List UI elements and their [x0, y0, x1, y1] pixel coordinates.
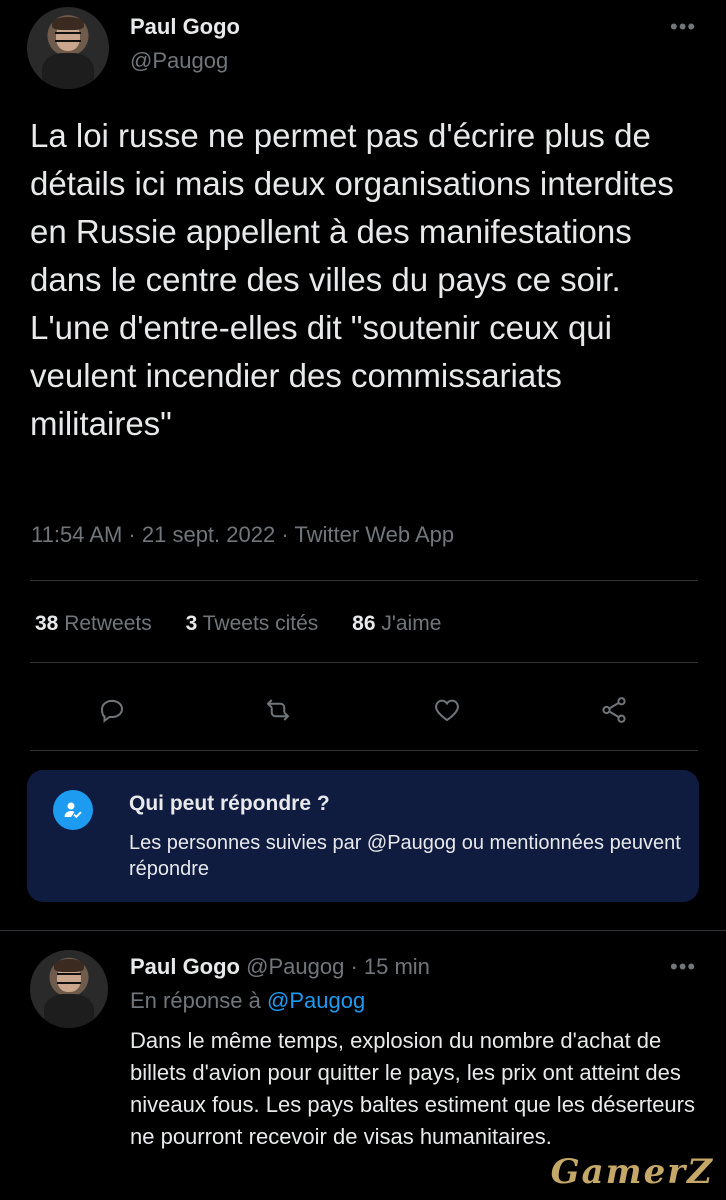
retweet-icon[interactable]	[258, 690, 298, 730]
reply-header: Paul Gogo @Paugog · 15 min	[130, 954, 430, 980]
reply-author-name[interactable]: Paul Gogo	[130, 954, 240, 979]
who-can-reply-title: Qui peut répondre ?	[129, 792, 330, 815]
tweet-actions	[0, 690, 726, 734]
retweet-count-link[interactable]: 38 Retweets	[35, 612, 152, 635]
divider	[0, 930, 726, 931]
reply-author-handle[interactable]: @Paugog	[246, 954, 344, 979]
author-handle[interactable]: @Paugog	[130, 48, 228, 74]
author-avatar[interactable]	[27, 7, 109, 89]
divider	[30, 580, 698, 581]
like-count-link[interactable]: 86 J'aime	[352, 612, 441, 635]
tweet-text: La loi russe ne permet pas d'écrire plus…	[30, 117, 674, 442]
in-reply-handle-link[interactable]: @Paugog	[267, 988, 365, 1013]
reply-time[interactable]: · 15 min	[350, 954, 429, 979]
user-check-icon	[53, 790, 93, 830]
tweet-timestamp[interactable]: 11:54 AM · 21 sept. 2022 · Twitter Web A…	[31, 522, 454, 548]
in-reply-prefix: En réponse à	[130, 988, 261, 1013]
watermark-logo: GamerZ	[550, 1152, 714, 1192]
in-reply-to: En réponse à @Paugog	[130, 988, 365, 1014]
share-icon[interactable]	[594, 690, 634, 730]
reply-text: Dans le même temps, explosion du nombre …	[130, 1028, 695, 1149]
tweet-stats: 38 Retweets 3 Tweets cités 86 J'aime	[35, 612, 469, 636]
more-horizontal-icon[interactable]: •••	[670, 14, 696, 40]
who-can-reply-description: Les personnes suivies par @Paugog ou men…	[129, 832, 681, 880]
quote-count-link[interactable]: 3 Tweets cités	[186, 612, 319, 635]
reply-author-avatar[interactable]	[30, 950, 108, 1028]
more-horizontal-icon[interactable]: •••	[670, 954, 696, 980]
author-name[interactable]: Paul Gogo	[130, 14, 240, 40]
divider	[30, 750, 698, 751]
divider	[30, 662, 698, 663]
who-can-reply-box[interactable]: Qui peut répondre ? Les personnes suivie…	[27, 770, 699, 902]
reply-icon[interactable]	[92, 690, 132, 730]
like-icon[interactable]	[427, 690, 467, 730]
